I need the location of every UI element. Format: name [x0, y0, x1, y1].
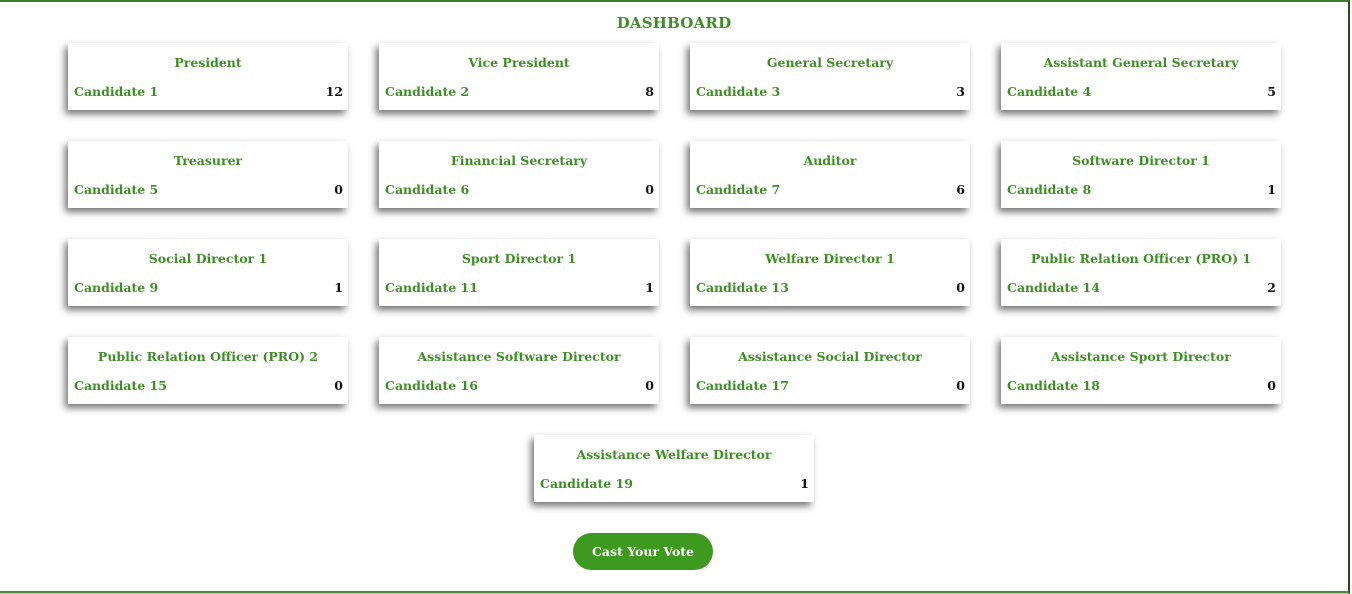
candidate-name: Candidate 19	[540, 476, 633, 491]
position-title: Financial Secretary	[450, 153, 588, 168]
vote-count: 0	[645, 378, 654, 393]
candidate-name: Candidate 16	[385, 378, 478, 393]
candidate-name: Candidate 11	[385, 280, 478, 295]
vote-count: 1	[334, 280, 343, 295]
position-title: President	[174, 55, 242, 70]
position-card-sport-director-1: Sport Director 1 Candidate 11 1	[379, 239, 659, 306]
candidate-name: Candidate 7	[696, 182, 781, 197]
vote-count: 1	[800, 476, 809, 491]
position-card-president: President Candidate 1 12	[68, 43, 348, 110]
position-title: Public Relation Officer (PRO) 2	[97, 349, 319, 364]
vote-count: 8	[645, 84, 654, 99]
position-title: Assistance Software Director	[417, 349, 621, 364]
vote-count: 0	[645, 182, 654, 197]
candidate-name: Candidate 3	[696, 84, 781, 99]
position-card-assistance-sport-director: Assistance Sport Director Candidate 18 0	[1001, 337, 1281, 404]
cast-vote-button[interactable]: Cast Your Vote	[573, 533, 713, 570]
vote-count: 1	[1267, 182, 1276, 197]
page-title: DASHBOARD	[616, 14, 732, 32]
position-title: Assistance Sport Director	[1051, 349, 1231, 364]
position-title: Public Relation Officer (PRO) 1	[1030, 251, 1252, 266]
position-card-financial-secretary: Financial Secretary Candidate 6 0	[379, 141, 659, 208]
position-title: Assistance Welfare Director	[576, 447, 772, 462]
candidate-name: Candidate 6	[385, 182, 470, 197]
vote-count: 0	[334, 182, 343, 197]
position-card-assistance-social-director: Assistance Social Director Candidate 17 …	[690, 337, 970, 404]
position-title: Vice President	[468, 55, 570, 70]
vote-count: 6	[956, 182, 965, 197]
position-card-welfare-director-1: Welfare Director 1 Candidate 13 0	[690, 239, 970, 306]
candidate-name: Candidate 17	[696, 378, 789, 393]
position-card-auditor: Auditor Candidate 7 6	[690, 141, 970, 208]
position-title: Software Director 1	[1072, 153, 1210, 168]
vote-count: 3	[956, 84, 965, 99]
position-title: Treasurer	[173, 153, 243, 168]
position-card-assistance-software-director: Assistance Software Director Candidate 1…	[379, 337, 659, 404]
vote-count: 0	[956, 280, 965, 295]
vote-count: 12	[325, 84, 343, 99]
candidate-name: Candidate 2	[385, 84, 470, 99]
position-title: Welfare Director 1	[765, 251, 895, 266]
position-title: Assistance Social Director	[738, 349, 922, 364]
vote-count: 0	[1267, 378, 1276, 393]
position-card-assistant-general-secretary: Assistant General Secretary Candidate 4 …	[1001, 43, 1281, 110]
candidate-name: Candidate 18	[1007, 378, 1100, 393]
candidate-name: Candidate 8	[1007, 182, 1092, 197]
candidate-name: Candidate 1	[74, 84, 159, 99]
candidate-name: Candidate 4	[1007, 84, 1092, 99]
vote-count: 0	[334, 378, 343, 393]
position-title: Auditor	[803, 153, 857, 168]
position-title: Assistant General Secretary	[1043, 55, 1239, 70]
position-card-pro-2: Public Relation Officer (PRO) 2 Candidat…	[68, 337, 348, 404]
position-card-general-secretary: General Secretary Candidate 3 3	[690, 43, 970, 110]
position-card-assistance-welfare-director: Assistance Welfare Director Candidate 19…	[534, 435, 814, 502]
position-card-vice-president: Vice President Candidate 2 8	[379, 43, 659, 110]
position-card-social-director-1: Social Director 1 Candidate 9 1	[68, 239, 348, 306]
position-card-treasurer: Treasurer Candidate 5 0	[68, 141, 348, 208]
candidate-name: Candidate 5	[74, 182, 159, 197]
position-title: Sport Director 1	[461, 251, 577, 266]
candidate-name: Candidate 14	[1007, 280, 1100, 295]
position-card-software-director-1: Software Director 1 Candidate 8 1	[1001, 141, 1281, 208]
candidate-name: Candidate 13	[696, 280, 789, 295]
vote-count: 1	[645, 280, 654, 295]
candidate-name: Candidate 9	[74, 280, 159, 295]
position-title: General Secretary	[766, 55, 894, 70]
vote-count: 2	[1267, 280, 1276, 295]
vote-count: 5	[1267, 84, 1276, 99]
position-title: Social Director 1	[148, 251, 268, 266]
candidate-name: Candidate 15	[74, 378, 167, 393]
vote-count: 0	[956, 378, 965, 393]
position-card-pro-1: Public Relation Officer (PRO) 1 Candidat…	[1001, 239, 1281, 306]
